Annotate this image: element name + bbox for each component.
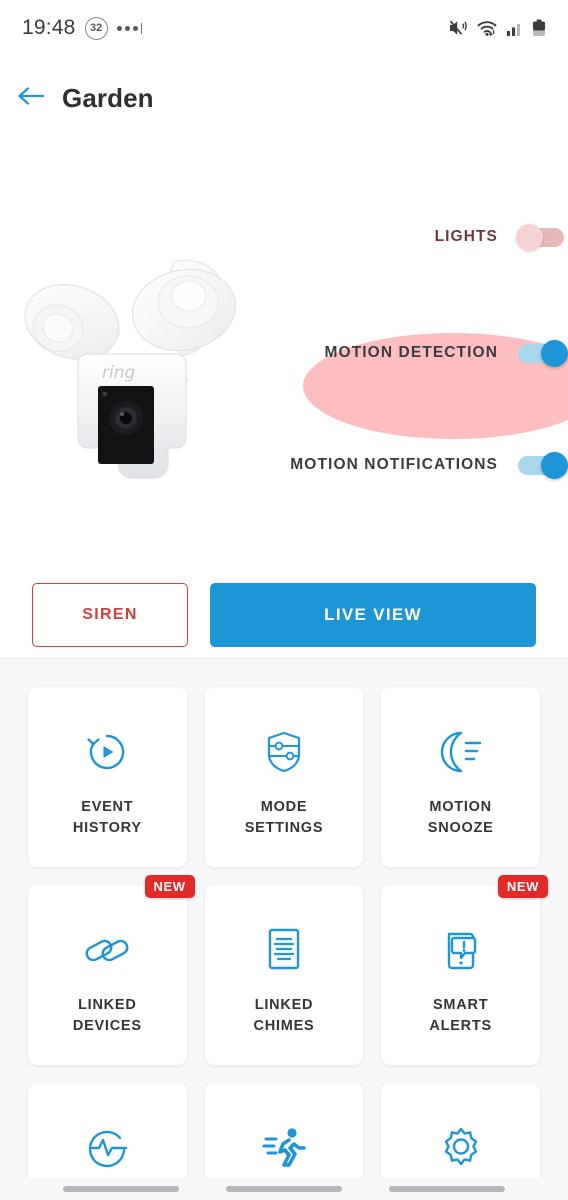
tile-smart-alerts[interactable]: NEW SMART ALERTS	[381, 875, 548, 1065]
mute-volume-icon	[448, 19, 468, 37]
tile-label: LINKED CHIMES	[253, 996, 315, 1034]
nav-handle[interactable]	[388, 1186, 505, 1192]
nav-handle[interactable]	[225, 1186, 342, 1192]
mode-settings-shield-icon	[262, 721, 306, 783]
tile-label: EVENT HISTORY	[72, 798, 142, 836]
siren-button[interactable]: SIREN	[32, 583, 188, 647]
motion-detection-toggle[interactable]	[516, 338, 568, 368]
motion-settings-runner-icon	[261, 1117, 307, 1179]
page-header: Garden	[0, 70, 568, 126]
back-button[interactable]	[0, 70, 62, 126]
primary-actions: SIREN LIVE VIEW	[0, 572, 568, 658]
more-dots-icon	[116, 22, 143, 34]
arrow-left-icon	[16, 84, 46, 113]
lights-toggle-knob	[516, 224, 543, 251]
svg-text:ring: ring	[102, 363, 135, 383]
new-badge: NEW	[497, 875, 548, 898]
motion-notifications-toggle[interactable]	[516, 450, 568, 480]
tile-linked-devices[interactable]: NEW LINKED DEVICES	[28, 875, 195, 1065]
status-time: 19:48	[22, 16, 76, 39]
motion-notifications-label: MOTION NOTIFICATIONS	[290, 455, 498, 473]
lights-toggle[interactable]	[516, 222, 568, 252]
live-view-button[interactable]: LIVE VIEW	[210, 583, 536, 647]
linked-devices-chain-icon	[83, 919, 131, 981]
tile-event-history[interactable]: EVENT HISTORY	[28, 687, 187, 867]
tile-label: MODE SETTINGS	[244, 798, 324, 836]
features-grid: EVENT HISTORY MODE SETTINGS MOTION SNOOZ…	[28, 687, 548, 1200]
smart-alerts-phone-icon	[440, 919, 482, 981]
wifi-icon	[476, 19, 498, 37]
features-grid-section: EVENT HISTORY MODE SETTINGS MOTION SNOOZ…	[0, 658, 568, 1200]
control-row-motion-detection: MOTION DETECTION	[288, 338, 568, 368]
page-title: Garden	[62, 82, 154, 113]
status-bar-left: 19:48 32	[22, 16, 143, 40]
battery-icon	[532, 19, 546, 37]
tile-mode-settings[interactable]: MODE SETTINGS	[204, 687, 364, 867]
device-health-pulse-icon	[84, 1117, 130, 1179]
linked-chimes-document-icon	[265, 919, 303, 981]
lights-label: LIGHTS	[434, 227, 498, 245]
cellular-signal-icon	[506, 20, 524, 36]
device-settings-gear-icon	[438, 1117, 484, 1179]
tile-label: SMART ALERTS	[429, 996, 492, 1034]
device-detail-screen: 19:48 32 Garden ring LIGHTS MOTION DETEC…	[0, 0, 568, 1200]
nav-handle[interactable]	[63, 1186, 180, 1192]
new-badge: NEW	[144, 875, 195, 898]
tile-linked-chimes[interactable]: LINKED CHIMES	[204, 885, 364, 1065]
motion-detection-label: MOTION DETECTION	[324, 343, 498, 361]
motion-notifications-toggle-knob	[541, 452, 568, 479]
control-row-lights: LIGHTS	[288, 222, 568, 252]
bottom-nav-handles	[0, 1178, 568, 1200]
motion-snooze-moon-icon	[437, 721, 485, 783]
notification-count-badge: 32	[84, 16, 108, 40]
motion-detection-toggle-knob	[541, 340, 568, 367]
control-row-motion-notifications: MOTION NOTIFICATIONS	[288, 450, 568, 480]
tile-label: LINKED DEVICES	[72, 996, 142, 1034]
tile-label: MOTION SNOOZE	[427, 798, 494, 836]
status-bar-right	[448, 19, 546, 37]
status-bar: 19:48 32	[0, 0, 568, 56]
device-product-image: ring	[6, 240, 286, 490]
event-history-icon	[84, 721, 130, 783]
tile-motion-snooze[interactable]: MOTION SNOOZE	[381, 687, 540, 867]
